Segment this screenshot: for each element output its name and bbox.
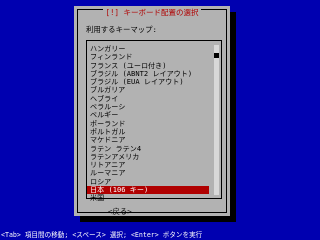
- list-item[interactable]: 米国: [87, 194, 209, 202]
- keyboard-layout-dialog: [!] キーボード配置の選択 利用するキーマップ: ハンガリー フィンランド フラン…: [74, 6, 230, 216]
- list-item[interactable]: リトアニア: [87, 161, 209, 169]
- dialog-frame: [!] キーボード配置の選択 利用するキーマップ: ハンガリー フィンランド フラン…: [77, 7, 227, 216]
- list-item-selected[interactable]: 日本 (106 キー): [87, 186, 209, 195]
- list-item[interactable]: ラテン ラテン4: [87, 145, 209, 153]
- list-item[interactable]: ベラルーシ: [87, 103, 209, 111]
- scrollbar-thumb[interactable]: [214, 53, 219, 58]
- keymap-list-box: ハンガリー フィンランド フランス (ユーロ付き) ブラジル (ABNT2 レイアウト…: [86, 40, 222, 202]
- list-item[interactable]: ロシア: [87, 178, 209, 186]
- list-item[interactable]: ラテンアメリカ: [87, 153, 209, 161]
- back-button[interactable]: <戻る>: [108, 206, 132, 217]
- keymap-prompt: 利用するキーマップ:: [86, 25, 157, 34]
- dialog-title: [!] キーボード配置の選択: [103, 7, 201, 18]
- dialog-title-bar: [!] キーボード配置の選択: [78, 4, 226, 18]
- list-item[interactable]: フィンランド: [87, 53, 209, 61]
- list-item[interactable]: ブラジル (EUA レイアウト): [87, 78, 209, 86]
- list-item[interactable]: ベルギー: [87, 111, 209, 119]
- list-item[interactable]: ヘブライ: [87, 95, 209, 103]
- list-item[interactable]: ポルトガル: [87, 128, 209, 136]
- list-item[interactable]: ポーランド: [87, 120, 209, 128]
- list-item[interactable]: ハンガリー: [87, 45, 209, 53]
- keymap-list[interactable]: ハンガリー フィンランド フランス (ユーロ付き) ブラジル (ABNT2 レイアウト…: [87, 45, 209, 203]
- list-item[interactable]: フランス (ユーロ付き): [87, 62, 209, 70]
- installer-screen: [!] キーボード配置の選択 利用するキーマップ: ハンガリー フィンランド フラン…: [0, 0, 320, 240]
- list-item[interactable]: ルーマニア: [87, 169, 209, 177]
- list-item[interactable]: ブルガリア: [87, 86, 209, 94]
- list-item[interactable]: マケドニア: [87, 136, 209, 144]
- list-item[interactable]: ブラジル (ABNT2 レイアウト): [87, 70, 209, 78]
- status-bar: <Tab> 項目間の移動; <スペース> 選択; <Enter> ボタンを実行: [1, 231, 203, 239]
- list-scrollbar[interactable]: [214, 45, 219, 195]
